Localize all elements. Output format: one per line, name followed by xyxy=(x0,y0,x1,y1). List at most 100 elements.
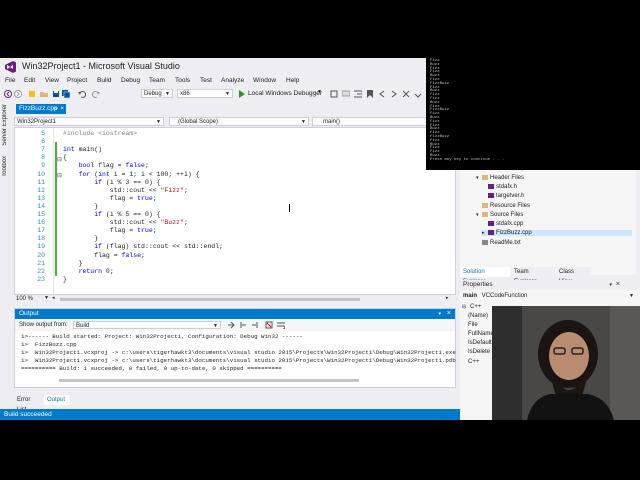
next-message-icon[interactable] xyxy=(251,321,259,329)
tree-item[interactable]: targetver.h xyxy=(482,193,524,199)
output-panel-title: Output xyxy=(19,310,39,317)
solution-explorer-tab[interactable]: Solution Explorer xyxy=(460,267,510,285)
collapse-icon[interactable]: ⊟ xyxy=(57,172,62,179)
menu-window[interactable]: Window xyxy=(253,77,276,84)
pin-icon[interactable]: ⊳ xyxy=(54,104,58,114)
webcam-image xyxy=(492,306,640,420)
project-dropdown[interactable]: Win32Project1 ▼ xyxy=(14,117,164,126)
next-bookmark-icon[interactable] xyxy=(390,90,398,98)
previous-bookmark-icon[interactable] xyxy=(378,90,386,98)
back-icon[interactable] xyxy=(4,90,12,98)
comment-icon[interactable] xyxy=(342,90,350,98)
menu-build[interactable]: Build xyxy=(97,77,111,84)
output-line: 1> Win32Project1.vcxproj -> c:\users\tig… xyxy=(21,357,456,364)
line-number: 13 xyxy=(37,194,45,202)
breakpoint-icon[interactable] xyxy=(330,90,338,98)
server-explorer-tab[interactable]: Server Explorer xyxy=(2,104,8,146)
clear-bookmarks-icon[interactable] xyxy=(402,90,410,98)
run-debugger-label[interactable]: Local Windows Debugger xyxy=(248,90,322,97)
menu-analyze[interactable]: Analyze xyxy=(221,77,244,84)
scope-dropdown[interactable]: (Global Scope) ▼ xyxy=(169,117,309,126)
tree-item-label: Source Files xyxy=(490,211,524,218)
toolbox-tab[interactable]: Toolbox xyxy=(2,156,8,177)
folder-icon xyxy=(482,174,488,180)
pin-icon[interactable]: ▾ xyxy=(609,280,612,290)
code-line: std::cout << "Buzz"; xyxy=(63,219,188,227)
more-options-icon[interactable] xyxy=(414,90,422,98)
menu-debug[interactable]: Debug xyxy=(121,77,140,84)
chevron-down-icon: ▼ xyxy=(156,119,161,125)
line-number: 6 xyxy=(41,138,45,146)
previous-message-icon[interactable] xyxy=(239,321,247,329)
line-number: 10 xyxy=(37,170,45,178)
chevron-down-icon[interactable]: ▼ xyxy=(317,89,322,95)
close-icon[interactable]: × xyxy=(616,280,620,290)
indent-icon[interactable] xyxy=(354,90,362,98)
line-number: 9 xyxy=(41,162,45,170)
menu-test[interactable]: Test xyxy=(200,77,212,84)
solution-configuration-dropdown[interactable]: Debug ▼ xyxy=(141,89,173,98)
start-debugging-icon[interactable] xyxy=(238,90,246,98)
open-file-icon[interactable] xyxy=(40,90,48,98)
close-icon[interactable]: × xyxy=(447,309,451,319)
solution-platform-dropdown[interactable]: x86 ▼ xyxy=(177,89,233,98)
tree-item[interactable]: Resource Files xyxy=(476,202,530,209)
scroll-left-icon[interactable]: ◂ xyxy=(52,295,55,301)
new-project-icon[interactable] xyxy=(28,90,36,98)
tree-item-label: FizzBuzz.cpp xyxy=(496,230,532,237)
chevron-down-icon[interactable]: ▼ xyxy=(44,295,49,301)
property-row[interactable]: FullName xyxy=(468,331,494,337)
team-explorer-tab[interactable]: Team Explorer xyxy=(511,267,555,285)
property-row[interactable]: (Name) xyxy=(468,313,488,319)
code-line: if (i % 5 == 0) { xyxy=(94,211,161,218)
window-title: Win32Project1 - Microsoft Visual Studio xyxy=(22,61,180,71)
expand-icon[interactable]: ⊟ xyxy=(462,304,466,310)
menu-team[interactable]: Team xyxy=(149,77,165,84)
menu-edit[interactable]: Edit xyxy=(24,77,35,84)
menu-tools[interactable]: Tools xyxy=(175,77,190,84)
redo-icon[interactable] xyxy=(92,90,100,98)
tree-item[interactable]: ▸ FizzBuzz.cpp xyxy=(482,230,632,237)
save-all-icon[interactable] xyxy=(62,90,70,98)
code-line: if (flag) std::cout << std::endl; xyxy=(94,243,223,251)
line-number: 7 xyxy=(41,146,45,154)
undo-icon[interactable] xyxy=(78,90,86,98)
menu-view[interactable]: View xyxy=(45,77,59,84)
output-source-dropdown[interactable]: Build ▼ xyxy=(73,321,221,329)
menu-file[interactable]: File xyxy=(5,77,15,84)
class-view-tab[interactable]: Class View xyxy=(556,267,590,285)
tree-item[interactable]: stdafx.h xyxy=(482,183,517,190)
error-list-tab[interactable]: Error List xyxy=(14,395,44,413)
tree-item[interactable]: ▾ Source Files xyxy=(476,211,524,218)
property-row[interactable]: IsDefault xyxy=(468,340,492,346)
properties-object-selector[interactable]: main VCCodeFunction ▼ xyxy=(460,291,640,301)
go-to-message-icon[interactable] xyxy=(227,321,235,329)
collapse-icon[interactable]: ⊟ xyxy=(57,156,62,163)
zoom-level[interactable]: 100 % xyxy=(16,296,33,302)
forward-icon[interactable] xyxy=(14,90,22,98)
property-row[interactable]: File xyxy=(468,322,478,328)
file-icon xyxy=(488,230,494,236)
horizontal-scrollbar[interactable] xyxy=(60,298,360,301)
output-horizontal-scrollbar[interactable] xyxy=(59,379,359,382)
word-wrap-icon[interactable] xyxy=(277,321,285,329)
tree-item[interactable]: ▾ Header Files xyxy=(476,174,524,181)
clear-all-icon[interactable] xyxy=(265,321,273,329)
scroll-right-icon[interactable]: ▸ xyxy=(446,295,449,301)
tree-item[interactable]: stdafx.cpp xyxy=(482,221,523,227)
menu-help[interactable]: Help xyxy=(286,77,299,84)
tree-item-label: stdafx.cpp xyxy=(496,221,524,228)
save-icon[interactable] xyxy=(52,90,60,98)
code-editor[interactable]: ⊟ ⊟ 5 #include <iostream> 6 7 int main() 8{9 … xyxy=(14,127,456,295)
bookmark-icon[interactable] xyxy=(366,90,374,98)
output-tab[interactable]: Output xyxy=(44,395,70,405)
menu-project[interactable]: Project xyxy=(67,77,87,84)
close-icon[interactable]: × xyxy=(60,104,64,114)
code-line: } xyxy=(63,275,67,283)
property-row[interactable]: IsDelete xyxy=(468,349,490,355)
pin-icon[interactable]: ▾ xyxy=(438,309,441,319)
output-text[interactable]: 1>------ Build started: Project: Win32Pr… xyxy=(15,331,456,387)
code-line: } xyxy=(63,202,99,210)
tree-item[interactable]: ReadMe.txt xyxy=(476,239,521,246)
document-tab[interactable]: FizzBuzz.cpp ⊳ × xyxy=(16,104,66,114)
